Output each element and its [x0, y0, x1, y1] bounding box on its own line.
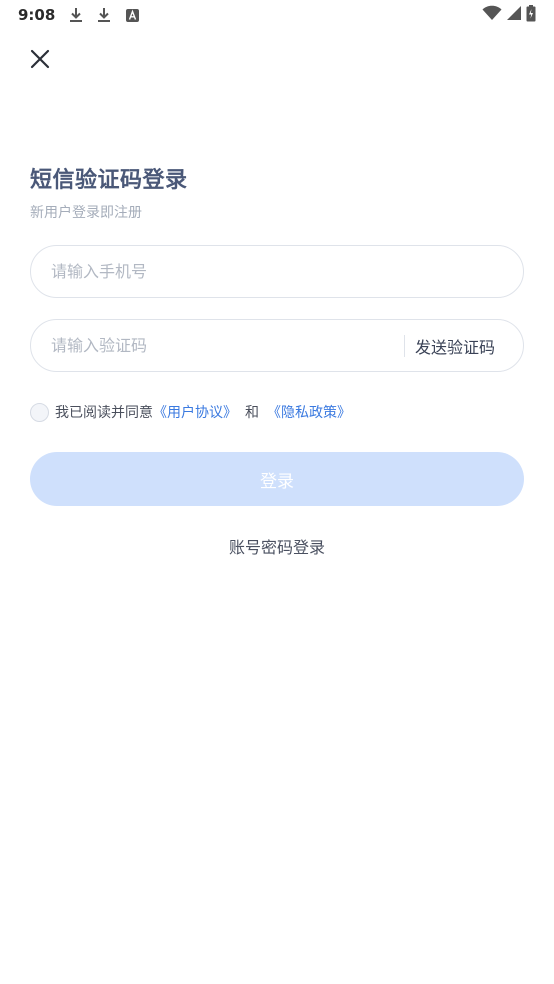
status-time: 9:08 [18, 6, 56, 24]
agreement-checkbox[interactable] [30, 402, 49, 422]
battery-icon [526, 4, 536, 26]
status-right [482, 4, 536, 26]
download-icon [97, 7, 111, 23]
login-button[interactable]: 登录 [30, 452, 524, 506]
login-page: 9:08 短信验证码登录 新用户登录即注册 请输入手机号 请输入验证码 发送验证… [0, 0, 554, 984]
download-icon [69, 7, 83, 23]
phone-field-container [30, 245, 524, 298]
send-code-button[interactable]: 发送验证码 [415, 334, 495, 358]
privacy-policy-link[interactable]: 《隐私政策》 [267, 402, 351, 422]
page-subtitle: 新用户登录即注册 [30, 205, 142, 221]
wifi-icon [482, 5, 502, 25]
user-agreement-link[interactable]: 《用户协议》 [153, 402, 237, 422]
verification-code-input[interactable] [51, 336, 404, 355]
page-title: 短信验证码登录 [30, 168, 188, 193]
status-left: 9:08 [18, 6, 139, 24]
phone-input[interactable] [51, 262, 503, 281]
signal-icon [506, 5, 522, 25]
code-divider [403, 334, 405, 357]
and-text: 和 [245, 405, 259, 421]
a-notification-icon [125, 7, 139, 23]
code-field-container: 发送验证码 [30, 319, 524, 372]
agreement-row: 我已阅读并同意 《用户协议》 和 《隐私政策》 [30, 402, 351, 422]
close-icon [30, 49, 50, 69]
status-bar: 9:08 [0, 0, 554, 30]
agreement-text: 我已阅读并同意 [55, 405, 153, 421]
close-button[interactable] [28, 47, 52, 71]
password-login-link[interactable]: 账号密码登录 [0, 534, 554, 558]
